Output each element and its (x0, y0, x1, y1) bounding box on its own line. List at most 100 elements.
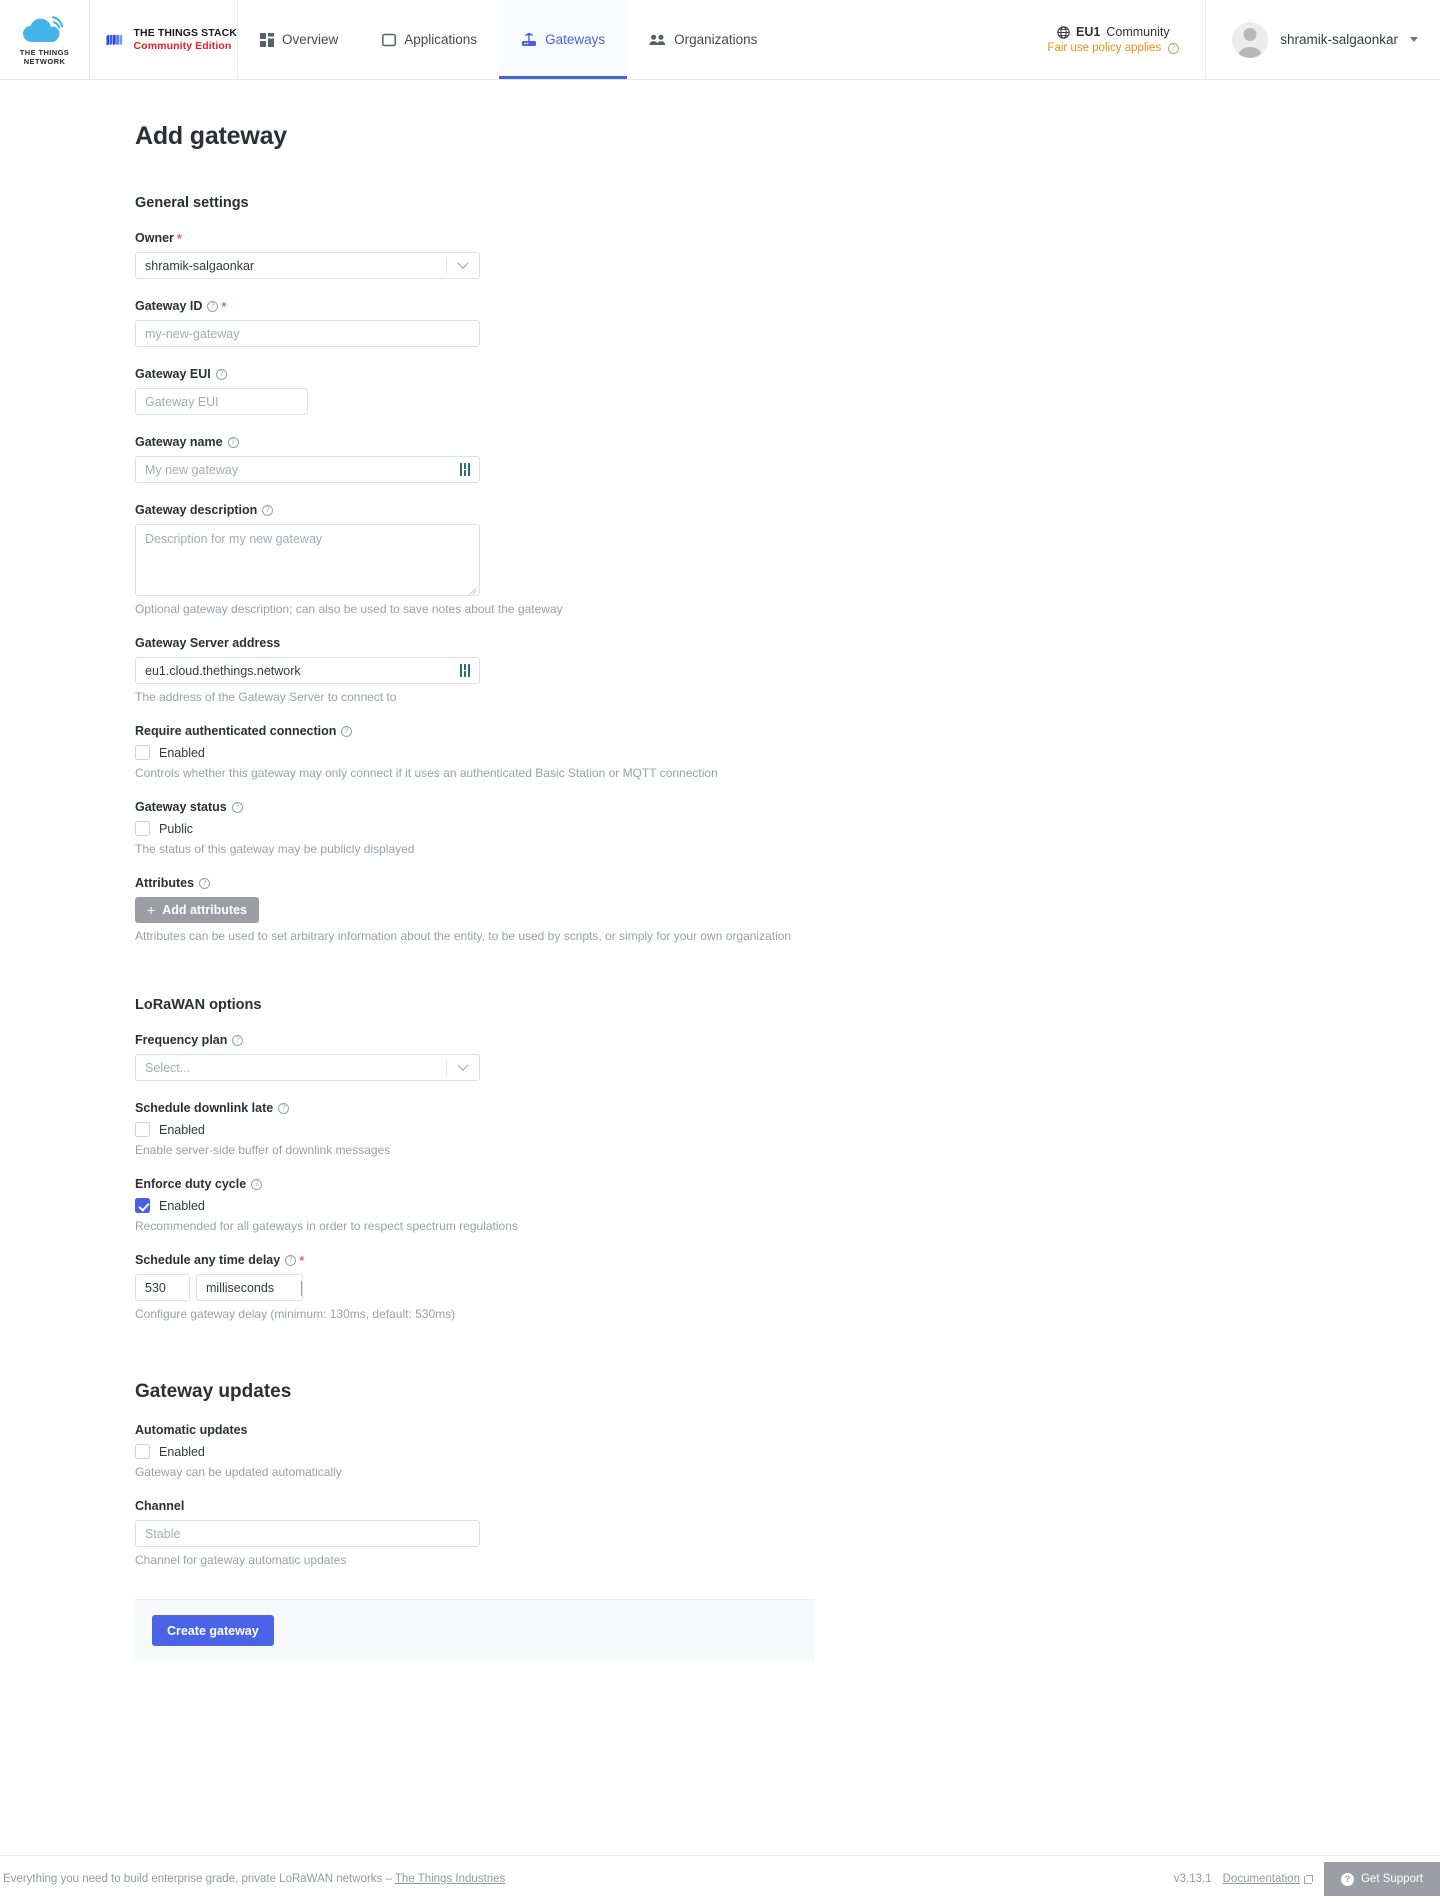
field-owner: Owner * shramik-salgaonkar (135, 231, 1440, 279)
documentation-link[interactable]: Documentation (1223, 1873, 1313, 1885)
chevron-down-icon[interactable] (301, 1280, 302, 1296)
resize-handle[interactable] (468, 584, 477, 593)
chevron-down-icon[interactable] (1410, 37, 1418, 42)
field-gateway-status: Gateway status ? Public The status of th… (135, 800, 1440, 856)
channel-input[interactable]: Stable (135, 1520, 480, 1547)
gateway-id-input[interactable]: my-new-gateway (135, 320, 480, 347)
gateway-description-textarea[interactable]: Description for my new gateway (135, 524, 480, 596)
get-support-button[interactable]: ? Get Support (1323, 1862, 1440, 1896)
help-icon[interactable]: ? (199, 877, 211, 889)
help-icon[interactable]: ? (251, 1178, 263, 1190)
enforce-duty-cycle-checkbox-row[interactable]: Enabled (135, 1198, 1440, 1213)
field-hint: The address of the Gateway Server to con… (135, 690, 397, 704)
automatic-updates-checkbox[interactable] (135, 1444, 150, 1459)
chevron-down-icon[interactable] (447, 257, 479, 270)
the-things-industries-link[interactable]: The Things Industries (395, 1873, 505, 1885)
label-text: Schedule any time delay (135, 1253, 281, 1267)
field-hint: Configure gateway delay (minimum: 130ms,… (135, 1307, 456, 1321)
cluster-name: Community (1106, 25, 1170, 39)
delay-unit-select[interactable]: milliseconds (196, 1274, 303, 1301)
input-value: eu1.cloud.thethings.network (145, 663, 301, 678)
avatar (1232, 21, 1269, 58)
field-hint: The status of this gateway may be public… (135, 842, 415, 856)
field-label: Attributes ? (135, 876, 1440, 890)
delay-value-input[interactable]: 530 (135, 1274, 190, 1301)
chevron-down-icon[interactable] (447, 1059, 479, 1072)
schedule-downlink-late-checkbox-row[interactable]: Enabled (135, 1122, 1440, 1137)
fair-use-notice[interactable]: Fair use policy applies ? (1047, 42, 1180, 54)
password-manager-icon[interactable] (459, 462, 470, 477)
nav-label: Applications (404, 32, 478, 47)
gateway-icon (521, 32, 537, 47)
nav-item-organizations[interactable]: Organizations (627, 0, 779, 79)
gateway-name-input[interactable]: My new gateway (135, 456, 480, 483)
section-gateway-updates: Gateway updates (135, 1381, 292, 1402)
require-auth-checkbox[interactable] (135, 745, 150, 760)
nav-item-applications[interactable]: Applications (360, 0, 499, 79)
help-icon[interactable]: ? (231, 801, 243, 813)
owner-select[interactable]: shramik-salgaonkar (135, 252, 480, 279)
stack-brand[interactable]: THE THINGS STACK Community Edition (90, 0, 238, 79)
version-label: v3.13.1 (1173, 1873, 1212, 1885)
brand-subtitle: Community Edition (133, 39, 232, 52)
nav-item-gateways[interactable]: Gateways (499, 0, 628, 79)
field-label: Require authenticated connection ? (135, 724, 1440, 738)
support-label: Get Support (1360, 1873, 1423, 1885)
require-auth-checkbox-row[interactable]: Enabled (135, 745, 1440, 760)
frequency-plan-select[interactable]: Select... (135, 1054, 480, 1081)
cluster-selector[interactable]: EU1 Community Fair use policy applies ? (1021, 0, 1207, 79)
field-automatic-updates: Automatic updates Enabled Gateway can be… (135, 1423, 1440, 1479)
help-icon[interactable]: ? (285, 1254, 297, 1266)
field-schedule-downlink-late: Schedule downlink late ? Enabled Enable … (135, 1101, 1440, 1157)
label-text: Gateway description (135, 503, 258, 517)
external-link-icon (1303, 1874, 1313, 1884)
stack-books-icon (106, 33, 123, 46)
field-label: Schedule any time delay ? * (135, 1253, 1440, 1267)
field-gateway-description: Gateway description ? Description for my… (135, 503, 1440, 616)
help-icon[interactable]: ? (215, 368, 227, 380)
help-icon[interactable]: ? (207, 300, 219, 312)
add-attributes-button[interactable]: + Add attributes (135, 897, 259, 923)
input-value: 530 (145, 1280, 166, 1295)
gateway-server-address-input[interactable]: eu1.cloud.thethings.network (135, 657, 480, 684)
help-icon[interactable]: ? (341, 725, 353, 737)
brand-title: THE THINGS STACK (133, 26, 237, 39)
field-gateway-server-address: Gateway Server address eu1.cloud.thethin… (135, 636, 1440, 704)
user-menu[interactable]: shramik-salgaonkar (1206, 0, 1440, 79)
label-text: Gateway Server address (135, 636, 281, 650)
main-nav: Overview Applications Gateways Organizat… (238, 0, 779, 79)
gateway-eui-input[interactable]: Gateway EUI (135, 388, 308, 415)
password-manager-icon[interactable] (459, 663, 470, 678)
organizations-icon (649, 33, 666, 47)
help-icon[interactable]: ? (227, 436, 239, 448)
footer-tagline-text: Everything you need to build enterprise … (3, 1873, 395, 1885)
help-icon[interactable]: ? (1168, 42, 1180, 54)
field-gateway-name: Gateway name ? My new gateway (135, 435, 1440, 483)
label-text: Gateway status (135, 800, 227, 814)
help-icon[interactable]: ? (278, 1102, 290, 1114)
checkbox-label: Enabled (159, 745, 205, 760)
field-enforce-duty-cycle: Enforce duty cycle ? Enabled Recommended… (135, 1177, 1440, 1233)
gateway-status-checkbox-row[interactable]: Public (135, 821, 1440, 836)
help-icon[interactable]: ? (232, 1034, 244, 1046)
checkbox-label: Enabled (159, 1198, 205, 1213)
checkbox-label: Public (159, 821, 194, 836)
help-icon[interactable]: ? (262, 504, 274, 516)
field-frequency-plan: Frequency plan ? Select... (135, 1033, 1440, 1081)
checkbox-label: Enabled (159, 1444, 205, 1459)
schedule-downlink-late-checkbox[interactable] (135, 1122, 150, 1137)
create-gateway-button[interactable]: Create gateway (152, 1615, 274, 1646)
automatic-updates-checkbox-row[interactable]: Enabled (135, 1444, 1440, 1459)
label-text: Schedule downlink late (135, 1101, 274, 1115)
enforce-duty-cycle-checkbox[interactable] (135, 1198, 150, 1213)
app-header: THE THINGS NETWORK THE THINGS STACK Comm… (0, 0, 1440, 80)
grid-icon (260, 32, 274, 47)
public-checkbox[interactable] (135, 821, 150, 836)
fair-use-label: Fair use policy applies (1047, 42, 1162, 54)
nav-item-overview[interactable]: Overview (238, 0, 360, 79)
ttn-logo[interactable]: THE THINGS NETWORK (0, 0, 90, 79)
label-text: Attributes (135, 876, 195, 890)
cluster-info: EU1 Community (1057, 25, 1170, 39)
field-schedule-any-time-delay: Schedule any time delay ? * 530 millisec… (135, 1253, 1440, 1321)
field-label: Automatic updates (135, 1423, 1440, 1437)
